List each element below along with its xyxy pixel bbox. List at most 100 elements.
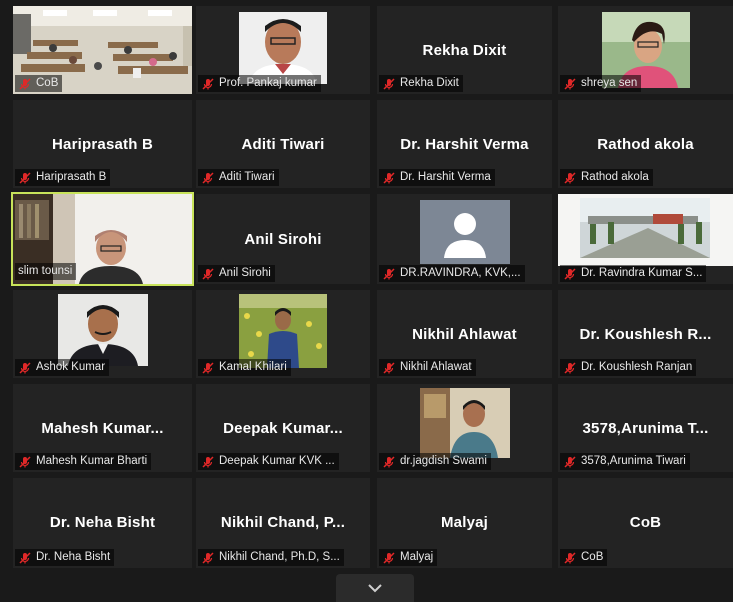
chevron-down-icon xyxy=(368,584,382,593)
participant-center-name: Nikhil Chand, P... xyxy=(220,514,346,531)
participant-video xyxy=(558,194,733,266)
participant-name-label: Dr. Harshit Verma xyxy=(379,169,495,186)
participant-video xyxy=(420,388,510,458)
mic-muted-icon xyxy=(202,171,214,184)
participant-name-label: Kamal Khilari xyxy=(198,359,291,376)
participant-center-name: Anil Sirohi xyxy=(244,231,322,248)
participant-name: Prof. Pankaj kumar xyxy=(219,77,317,89)
participant-tile[interactable]: 3578,Arunima T... 3578,Arunima Tiwari xyxy=(558,384,733,472)
participant-name: Anil Sirohi xyxy=(219,267,271,279)
participant-tile[interactable]: CoB CoB xyxy=(558,478,733,568)
participant-tile[interactable]: Hariprasath B Hariprasath B xyxy=(13,100,192,188)
participant-name-label: Dr. Neha Bisht xyxy=(15,549,115,566)
participant-center-name: Dr. Harshit Verma xyxy=(400,136,529,153)
mic-muted-icon xyxy=(202,551,214,564)
participant-center-name: Malyaj xyxy=(440,514,489,531)
participant-name-label: Ashok Kumar xyxy=(15,359,110,376)
participant-tile[interactable]: Nikhil Chand, P... Nikhil Chand, Ph.D, S… xyxy=(196,478,370,568)
mic-muted-icon xyxy=(19,361,31,374)
participant-tile-active-speaker[interactable]: slim tounsi xyxy=(11,192,194,286)
participant-tile[interactable]: Aditi Tiwari Aditi Tiwari xyxy=(196,100,370,188)
mic-muted-icon xyxy=(202,361,214,374)
mic-muted-icon xyxy=(19,455,31,468)
participant-tile[interactable]: Deepak Kumar... Deepak Kumar KVK ... xyxy=(196,384,370,472)
mic-muted-icon xyxy=(19,171,31,184)
participant-name: Dr. Koushlesh Ranjan xyxy=(581,361,693,373)
participant-name-label: Rathod akola xyxy=(560,169,653,186)
participant-name-label: CoB xyxy=(15,75,63,92)
mic-muted-icon xyxy=(564,455,576,468)
participant-tile[interactable]: dr.jagdish Swami xyxy=(377,384,552,472)
participant-center-name: Aditi Tiwari xyxy=(241,136,325,153)
participant-video xyxy=(239,12,327,84)
avatar-placeholder-icon xyxy=(420,200,510,264)
participant-tile[interactable]: Mahesh Kumar... Mahesh Kumar Bharti xyxy=(13,384,192,472)
participant-name-label: dr.jagdish Swami xyxy=(379,453,491,470)
participant-name: CoB xyxy=(581,551,604,563)
participant-name: Dr. Neha Bisht xyxy=(36,551,111,563)
participant-tile[interactable]: Rekha Dixit Rekha Dixit xyxy=(377,6,552,94)
mic-muted-icon xyxy=(202,267,214,280)
participant-tile[interactable]: Prof. Pankaj kumar xyxy=(196,6,370,94)
mic-muted-icon xyxy=(383,77,395,90)
collapse-toolbar-button[interactable] xyxy=(336,574,414,602)
participant-center-name: Dr. Koushlesh R... xyxy=(579,326,712,343)
mic-muted-icon xyxy=(19,551,31,564)
video-grid: CoB Prof. Pankaj kumar Rekha Dixit Rekha… xyxy=(0,0,733,602)
participant-name-label: Aditi Tiwari xyxy=(198,169,279,186)
mic-muted-icon xyxy=(383,267,395,280)
participant-name: Nikhil Chand, Ph.D, S... xyxy=(219,551,340,563)
mic-muted-icon xyxy=(383,551,395,564)
mic-muted-icon xyxy=(383,171,395,184)
participant-center-name: Nikhil Ahlawat xyxy=(412,326,517,343)
participant-name-label: Dr. Koushlesh Ranjan xyxy=(560,359,697,376)
mic-muted-icon xyxy=(202,77,214,90)
participant-name-label: Prof. Pankaj kumar xyxy=(198,75,321,92)
participant-name: Rekha Dixit xyxy=(400,77,459,89)
participant-tile[interactable]: Ashok Kumar xyxy=(13,290,192,378)
participant-tile[interactable]: Dr. Neha Bisht Dr. Neha Bisht xyxy=(13,478,192,568)
participant-name-label: shreya sen xyxy=(560,75,642,92)
participant-name-label: Rekha Dixit xyxy=(379,75,463,92)
mic-muted-icon xyxy=(19,77,31,90)
participant-tile[interactable]: Dr. Koushlesh R... Dr. Koushlesh Ranjan xyxy=(558,290,733,378)
participant-name-label: Hariprasath B xyxy=(15,169,111,186)
mic-muted-icon xyxy=(383,361,395,374)
participant-name: Aditi Tiwari xyxy=(219,171,275,183)
participant-name: Deepak Kumar KVK ... xyxy=(219,455,335,467)
participant-tile[interactable]: Nikhil Ahlawat Nikhil Ahlawat xyxy=(377,290,552,378)
participant-name-label: Malyaj xyxy=(379,549,438,566)
mic-muted-icon xyxy=(564,267,576,280)
participant-name: 3578,Arunima Tiwari xyxy=(581,455,686,467)
participant-tile[interactable]: DR.RAVINDRA, KVK,... xyxy=(377,194,552,284)
participant-center-name: Rathod akola xyxy=(597,136,694,153)
participant-name: Rathod akola xyxy=(581,171,649,183)
participant-center-name: Rekha Dixit xyxy=(422,42,507,59)
participant-tile[interactable]: Rathod akola Rathod akola xyxy=(558,100,733,188)
participant-name: Ashok Kumar xyxy=(36,361,106,373)
participant-center-name: 3578,Arunima T... xyxy=(582,420,709,437)
mic-muted-icon xyxy=(564,361,576,374)
mic-muted-icon xyxy=(202,455,214,468)
participant-tile[interactable]: Dr. Harshit Verma Dr. Harshit Verma xyxy=(377,100,552,188)
participant-tile[interactable]: Malyaj Malyaj xyxy=(377,478,552,568)
participant-name: Nikhil Ahlawat xyxy=(400,361,472,373)
participant-name: shreya sen xyxy=(581,77,638,89)
participant-name-label: Mahesh Kumar Bharti xyxy=(15,453,152,470)
participant-name-label: Anil Sirohi xyxy=(198,265,275,282)
participant-tile[interactable]: Dr. Ravindra Kumar S... xyxy=(558,194,733,284)
participant-name-label: Dr. Ravindra Kumar S... xyxy=(560,265,707,282)
participant-name-label: Nikhil Chand, Ph.D, S... xyxy=(198,549,344,566)
participant-name-label: 3578,Arunima Tiwari xyxy=(560,453,690,470)
participant-tile[interactable]: Anil Sirohi Anil Sirohi xyxy=(196,194,370,284)
participant-name-label: Nikhil Ahlawat xyxy=(379,359,476,376)
participant-tile[interactable]: Kamal Khilari xyxy=(196,290,370,378)
participant-tile[interactable]: CoB xyxy=(13,6,192,94)
participant-center-name: Dr. Neha Bisht xyxy=(49,514,156,531)
participant-tile[interactable]: shreya sen xyxy=(558,6,733,94)
participant-name-label: Deepak Kumar KVK ... xyxy=(198,453,339,470)
participant-name: DR.RAVINDRA, KVK,... xyxy=(400,267,521,279)
participant-name: CoB xyxy=(36,77,59,89)
participant-name: Mahesh Kumar Bharti xyxy=(36,455,148,467)
participant-video xyxy=(239,294,327,368)
